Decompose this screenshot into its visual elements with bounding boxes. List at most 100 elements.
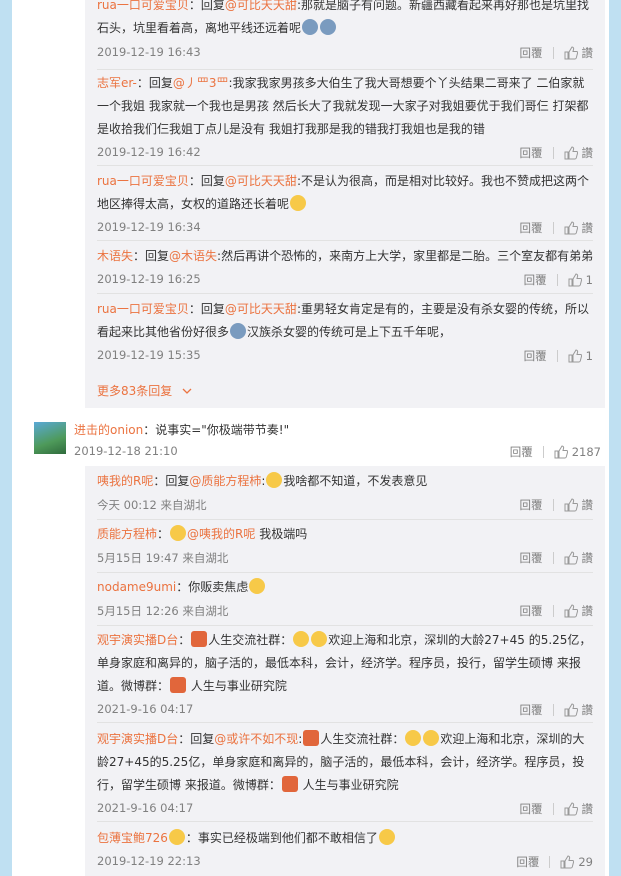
reply-username[interactable]: rua一口可爱宝贝 (97, 0, 189, 12)
mention-link[interactable]: @可比天天甜 (225, 0, 297, 12)
like-count: 1 (585, 349, 593, 363)
emoji-icon (311, 631, 328, 647)
emoji-icon (320, 19, 337, 35)
reply-button[interactable]: 回覆 (510, 444, 533, 460)
chevron-down-icon (182, 388, 192, 394)
reply-username[interactable]: 质能方程柿 (97, 527, 157, 541)
reply-button[interactable]: 回覆 (520, 801, 543, 817)
reply-text: 你贩卖焦虑 (188, 580, 249, 594)
reply-date: 今天 00:12 来自湖北 (97, 498, 207, 512)
emoji-icon (168, 829, 185, 845)
mention-link[interactable]: @丿罒3罒 (173, 76, 229, 90)
reply-sep: : (298, 732, 303, 746)
reply-username[interactable]: rua一口可爱宝贝 (97, 302, 189, 316)
reply-prefix: ： (185, 831, 198, 845)
thumb-up-icon (564, 498, 578, 512)
like-button[interactable]: 讚 (564, 145, 593, 161)
avatar[interactable] (34, 422, 66, 454)
reply-username[interactable]: 志军er- (97, 76, 137, 90)
divider (97, 821, 593, 822)
divider (97, 293, 593, 294)
reply-button[interactable]: 回覆 (520, 145, 543, 161)
like-count: 讚 (581, 498, 594, 512)
group-badge-icon (191, 631, 208, 647)
reply-username[interactable]: nodame9umi (97, 580, 176, 594)
divider (97, 625, 593, 626)
mention-link[interactable]: @质能方程柿 (189, 474, 261, 488)
mention-link[interactable]: @可比天天甜 (225, 174, 297, 188)
reply-date: 5月15日 12:26 来自湖北 (97, 604, 229, 618)
reply-text: 我极端吗 (255, 527, 308, 541)
reply-button[interactable]: 回覆 (520, 497, 543, 513)
mention-link[interactable]: @或许不如不现 (214, 732, 298, 746)
divider (552, 47, 554, 59)
reply-prefix: ： (157, 527, 170, 541)
like-button[interactable]: 讚 (564, 497, 594, 513)
divider (556, 274, 558, 286)
reply-date: 5月15日 19:47 来自湖北 (97, 551, 229, 565)
like-button[interactable]: 讚 (564, 550, 593, 566)
mention-link[interactable]: @木语失 (169, 249, 217, 263)
like-button[interactable]: 1 (568, 273, 593, 287)
emoji-icon (423, 730, 440, 746)
thumb-up-icon (568, 349, 582, 363)
divider (552, 803, 554, 815)
reply-username[interactable]: rua一口可爱宝贝 (97, 174, 189, 188)
reply-button[interactable]: 回覆 (524, 348, 547, 364)
like-button[interactable]: 2187 (554, 445, 601, 459)
reply-button[interactable]: 回覆 (520, 603, 543, 619)
like-button[interactable]: 讚 (564, 220, 593, 236)
comment-date: 2019-12-18 21:10 (74, 444, 178, 458)
reply-date: 2019-12-19 16:42 (97, 145, 201, 159)
reply-prefix: ：回复 (133, 249, 170, 263)
reply-button[interactable]: 回覆 (524, 272, 547, 288)
reply-button[interactable]: 回覆 (520, 702, 543, 718)
like-button[interactable]: 29 (560, 855, 593, 869)
mention-link[interactable]: @咦我的R呢 (187, 527, 255, 541)
emoji-icon (249, 578, 266, 594)
like-count: 讚 (581, 604, 594, 618)
like-button[interactable]: 讚 (564, 45, 593, 61)
reply-item: rua一口可爱宝贝：回复@可比天天甜:那就是脑子有问题。新疆西藏看起来再好那也是… (97, 0, 593, 66)
reply-username[interactable]: 观宇演实播D台 (97, 633, 178, 647)
thumb-up-icon (568, 273, 582, 287)
divider (97, 519, 593, 520)
reply-button[interactable]: 回覆 (520, 45, 543, 61)
comment-username[interactable]: 进击的onion (74, 423, 143, 437)
thumb-up-icon (564, 46, 578, 60)
reply-item: 志军er-：回复@丿罒3罒:我家我家男孩多大伯生了我大哥想要个丫头结果二哥来了 … (97, 72, 593, 160)
reply-username[interactable]: 木语失 (97, 249, 133, 263)
reply-date: 2019-12-19 16:43 (97, 45, 201, 59)
thumb-up-icon (560, 855, 575, 869)
divider (552, 605, 554, 617)
thumb-up-icon (564, 221, 578, 235)
more-replies-label: 更多83条回复 (97, 384, 173, 398)
divider (549, 856, 551, 868)
reply-username[interactable]: 观宇演实播D台 (97, 732, 178, 746)
group-badge-icon (303, 730, 320, 746)
thumb-up-icon (564, 146, 578, 160)
group-badge-icon (281, 776, 298, 792)
like-button[interactable]: 讚 (564, 702, 593, 718)
reply-item: 观宇演实播D台： 人生交流社群： 欢迎上海和北京，深圳的大龄27+45 的5.25亿… (97, 629, 593, 721)
reply-prefix: ：回复 (188, 302, 225, 316)
reply-button[interactable]: 回覆 (520, 220, 543, 236)
more-replies-link[interactable]: 更多83条回复 (97, 382, 192, 399)
reply-button[interactable]: 回覆 (520, 550, 543, 566)
thumb-up-icon (564, 802, 578, 816)
like-count: 2187 (571, 445, 601, 459)
reply-button[interactable]: 回覆 (516, 854, 539, 870)
reply-username[interactable]: 咦我的R呢 (97, 474, 153, 488)
like-button[interactable]: 讚 (564, 801, 593, 817)
mention-link[interactable]: @可比天天甜 (225, 302, 297, 316)
like-button[interactable]: 讚 (564, 603, 594, 619)
emoji-icon (230, 323, 247, 339)
reply-item: 包薄宝鲍726 ：事实已经极端到他们都不敢相信了 2019-12-19 22:13… (97, 827, 593, 875)
comment-text: ：说事实="你极端带节奏!" (143, 423, 290, 437)
divider (97, 69, 593, 70)
reply-item: rua一口可爱宝贝：回复@可比天天甜:重男轻女肯定是有的，主要是没有杀女婴的传统… (97, 298, 593, 368)
reply-thread: rua一口可爱宝贝：回复@可比天天甜:那就是脑子有问题。新疆西藏看起来再好那也是… (85, 0, 605, 408)
reply-prefix: ： (176, 580, 189, 594)
reply-username[interactable]: 包薄宝鲍726 (97, 831, 168, 845)
like-button[interactable]: 1 (568, 349, 593, 363)
